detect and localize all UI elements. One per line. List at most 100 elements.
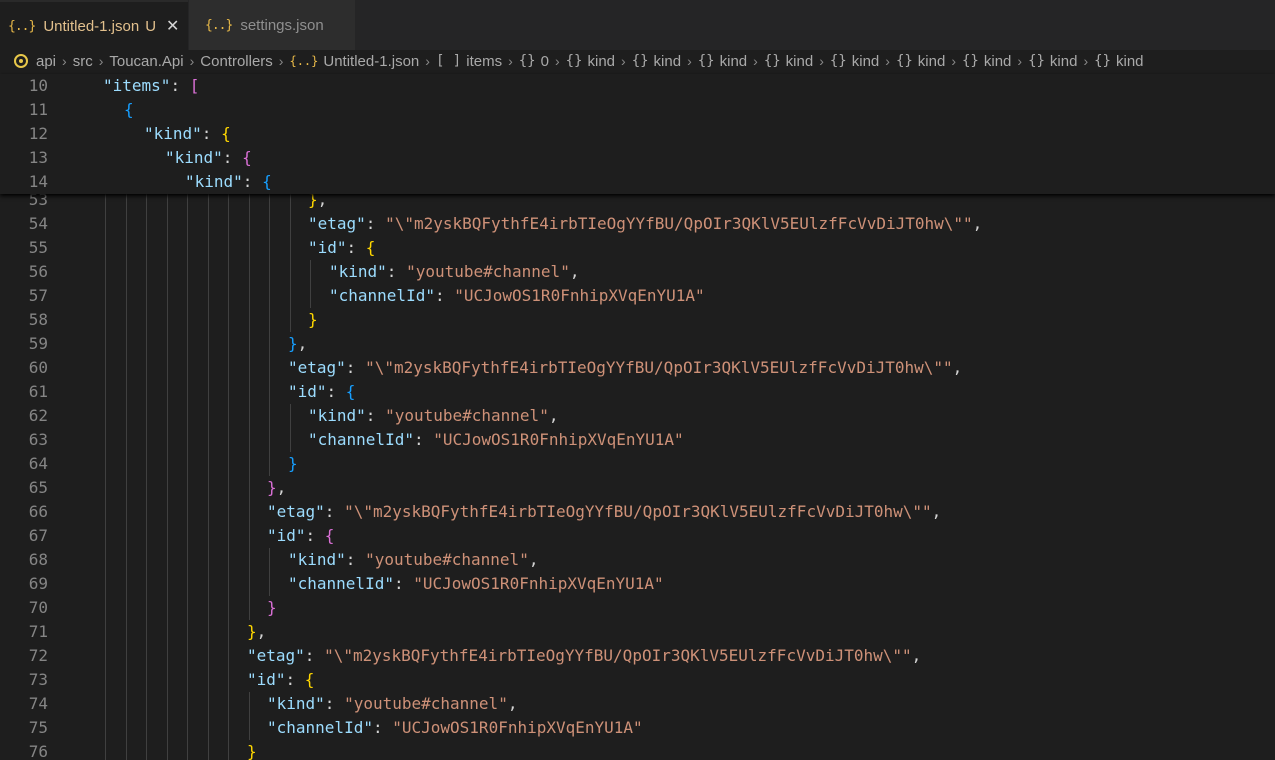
code-line[interactable]: 62 "kind": "youtube#channel", <box>0 404 1275 428</box>
close-icon[interactable]: ✕ <box>166 16 179 36</box>
punctuation: , <box>931 502 942 521</box>
breadcrumb-label: items <box>466 52 503 70</box>
code-line[interactable]: 13 "kind": { <box>0 146 1275 170</box>
json-key: "id" <box>267 526 306 545</box>
breadcrumb-item[interactable]: src <box>73 53 93 70</box>
code-line[interactable]: 64} <box>0 452 1275 476</box>
code-line[interactable]: 14 "kind": { <box>0 170 1275 194</box>
code-line[interactable]: 67 "id": { <box>0 524 1275 548</box>
breadcrumb-item[interactable]: {} kind <box>962 53 1011 70</box>
indent-guide <box>105 452 106 476</box>
indent-guide <box>228 740 229 760</box>
json-key: "id" <box>288 382 327 401</box>
indent-guide <box>105 356 106 380</box>
code-line[interactable]: 57 "channelId": "UCJowOS1R0FnhipXVqEnYU1A… <box>0 284 1275 308</box>
code-line[interactable]: 11 { <box>0 98 1275 122</box>
bracket: { <box>242 148 252 167</box>
code-line[interactable]: 60 "etag": "\"m2yskBQFythfE4irbTIeOgYYfBU… <box>0 356 1275 380</box>
breadcrumb-item[interactable]: {} 0 <box>519 53 549 70</box>
line-number: 58 <box>28 310 48 329</box>
code-line[interactable]: 73 "id": { <box>0 668 1275 692</box>
indent-guide <box>167 308 168 332</box>
breadcrumb-item[interactable]: Toucan.Api <box>109 53 183 70</box>
breadcrumb-item[interactable]: Controllers <box>200 53 273 70</box>
bracket: [ <box>189 76 200 95</box>
breadcrumb-item[interactable]: api <box>36 53 56 70</box>
indent-guide <box>167 236 168 260</box>
breadcrumb-item[interactable]: {} kind <box>830 53 879 70</box>
indent-guide <box>208 284 209 308</box>
indent-guide <box>249 332 250 356</box>
indent-guide <box>208 212 209 236</box>
indent-guide <box>208 596 209 620</box>
code-line[interactable]: 66 "etag": "\"m2yskBQFythfE4irbTIeOgYYfBU… <box>0 500 1275 524</box>
breadcrumb-label: Untitled-1.json <box>323 52 420 70</box>
line-number: 14 <box>28 172 48 191</box>
tab-settings[interactable]: {..} settings.json <box>189 0 355 50</box>
line-number: 10 <box>28 76 48 95</box>
line-number: 70 <box>28 598 48 617</box>
code-line[interactable]: 10 "items": [ <box>0 74 1275 98</box>
json-key: "kind" <box>144 124 202 143</box>
line-number: 59 <box>28 334 48 353</box>
punctuation: : <box>365 214 386 233</box>
chevron-right-icon: › <box>62 53 67 69</box>
breadcrumb-item[interactable]: {} kind <box>632 53 681 70</box>
breadcrumb-item[interactable]: {} kind <box>896 53 945 70</box>
breadcrumb-item[interactable]: {} kind <box>764 53 813 70</box>
breadcrumb-item[interactable]: {} kind <box>1028 53 1077 70</box>
bracket: } <box>288 334 298 353</box>
indent-guide <box>187 284 188 308</box>
code-line[interactable]: 54 "etag": "\"m2yskBQFythfE4irbTIeOgYYfBU… <box>0 212 1275 236</box>
code-line[interactable]: 75 "channelId": "UCJowOS1R0FnhipXVqEnYU1A… <box>0 716 1275 740</box>
breadcrumb-item[interactable]: {} kind <box>698 53 747 70</box>
punctuation: : <box>434 286 455 305</box>
json-string: "youtube#channel" <box>365 550 529 569</box>
code-editor[interactable]: 10 "items": [11{12 "kind": {13 "kind": {14 "… <box>0 74 1275 760</box>
tab-untitled-1[interactable]: {..} Untitled-1.json U ✕ <box>0 0 188 50</box>
indent-guide <box>126 692 127 716</box>
code-line[interactable]: 68 "kind": "youtube#channel", <box>0 548 1275 572</box>
indent-guide <box>105 284 106 308</box>
indent-guide <box>187 380 188 404</box>
punctuation: , <box>507 694 518 713</box>
indent-guide <box>208 716 209 740</box>
line-number: 63 <box>28 430 48 449</box>
indent-guide <box>228 716 229 740</box>
code-line[interactable]: 70} <box>0 596 1275 620</box>
code-line[interactable]: 76} <box>0 740 1275 760</box>
tab-label: settings.json <box>240 16 324 34</box>
code-line[interactable]: 71}, <box>0 620 1275 644</box>
breadcrumb-item[interactable]: {} kind <box>1094 53 1143 70</box>
code-line[interactable]: 63 "channelId": "UCJowOS1R0FnhipXVqEnYU1A… <box>0 428 1275 452</box>
code-line[interactable]: 55 "id": { <box>0 236 1275 260</box>
code-line[interactable]: 74 "kind": "youtube#channel", <box>0 692 1275 716</box>
breadcrumb-item[interactable]: {} kind <box>566 53 615 70</box>
sticky-scroll[interactable]: 10 "items": [11{12 "kind": {13 "kind": {14 "… <box>0 74 1275 194</box>
code-line[interactable]: 58} <box>0 308 1275 332</box>
indent-guide <box>167 692 168 716</box>
code-line[interactable]: 12 "kind": { <box>0 122 1275 146</box>
indent-guide <box>105 236 106 260</box>
code-line[interactable]: 56 "kind": "youtube#channel", <box>0 260 1275 284</box>
indent-guide <box>167 548 168 572</box>
punctuation: , <box>548 406 559 425</box>
breadcrumb-item[interactable]: {..} Untitled-1.json <box>289 53 419 70</box>
code-line[interactable]: 69 "channelId": "UCJowOS1R0FnhipXVqEnYU1A… <box>0 572 1275 596</box>
code-line[interactable]: 59}, <box>0 332 1275 356</box>
code-content: "id": { <box>267 524 334 548</box>
indent-guide <box>187 236 188 260</box>
json-string: "UCJowOS1R0FnhipXVqEnYU1A" <box>433 430 684 449</box>
breadcrumb-label: kind <box>785 52 814 70</box>
breadcrumb-item[interactable]: [ ] items <box>436 53 502 70</box>
code-line[interactable]: 72 "etag": "\"m2yskBQFythfE4irbTIeOgYYfBU… <box>0 644 1275 668</box>
object-icon: {} <box>962 53 979 69</box>
code-line[interactable]: 61 "id": { <box>0 380 1275 404</box>
indent-guide <box>105 548 106 572</box>
punctuation: : <box>346 238 366 257</box>
indent-guide <box>249 236 250 260</box>
indent-guide <box>146 500 147 524</box>
json-key: "id" <box>308 238 347 257</box>
code-line[interactable]: 65}, <box>0 476 1275 500</box>
punctuation: : <box>305 526 325 545</box>
